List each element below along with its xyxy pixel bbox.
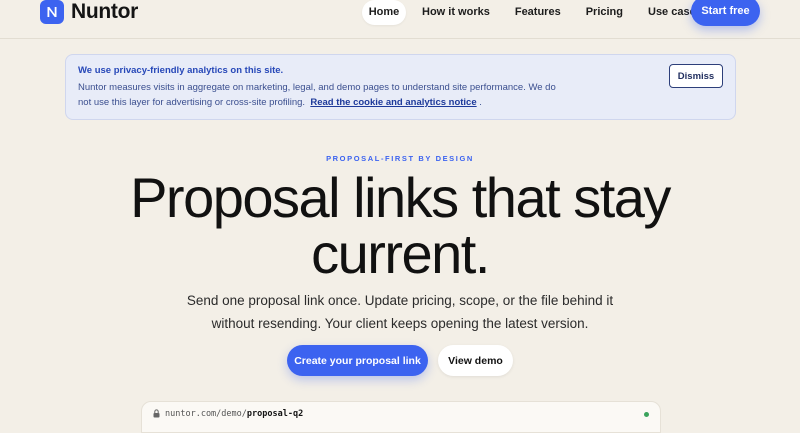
url-bar: nuntor.com/demo/proposal-q2	[153, 408, 303, 420]
create-proposal-link-button[interactable]: Create your proposal link	[287, 345, 428, 376]
site-header: Nuntor Home How it works Features Pricin…	[0, 0, 800, 39]
demo-preview-window: nuntor.com/demo/proposal-q2	[141, 401, 661, 433]
main-nav: Home How it works Features Pricing Use c…	[362, 0, 702, 25]
nav-item-pricing[interactable]: Pricing	[586, 0, 623, 25]
lock-icon	[153, 405, 160, 423]
start-free-button[interactable]: Start free	[691, 0, 760, 26]
banner-suffix: .	[479, 97, 482, 108]
brand-name: Nuntor	[71, 0, 139, 23]
url-host: nuntor.com/demo/	[165, 409, 247, 419]
nav-item-home[interactable]: Home	[362, 0, 406, 25]
nav-item-how-it-works[interactable]: How it works	[422, 0, 490, 25]
banner-title: We use privacy-friendly analytics on thi…	[78, 65, 284, 76]
subline-line-2: without resending. Your client keeps ope…	[211, 316, 589, 331]
hero-subline: Send one proposal link once. Update pric…	[0, 289, 800, 335]
url-path: proposal-q2	[246, 409, 304, 419]
hero-cta-row: Create your proposal link View demo	[0, 345, 800, 376]
headline-line-2: current.	[311, 222, 490, 285]
hero-headline: Proposal links that stay current.	[0, 170, 800, 282]
subline-line-1: Send one proposal link once. Update pric…	[186, 293, 614, 308]
banner-body: Nuntor measures visits in aggregate on m…	[78, 80, 558, 110]
headline-line-1: Proposal links that stay	[130, 166, 671, 229]
logo[interactable]: Nuntor	[40, 0, 138, 24]
hero-eyebrow: PROPOSAL-FIRST BY DESIGN	[326, 154, 474, 163]
view-demo-button[interactable]: View demo	[438, 345, 513, 376]
nav-item-features[interactable]: Features	[515, 0, 561, 25]
logo-mark-icon	[40, 0, 64, 24]
analytics-banner: We use privacy-friendly analytics on thi…	[65, 54, 736, 120]
dismiss-button[interactable]: Dismiss	[669, 64, 723, 88]
cookie-notice-link[interactable]: Read the cookie and analytics notice	[310, 97, 476, 108]
status-dot	[644, 412, 649, 417]
